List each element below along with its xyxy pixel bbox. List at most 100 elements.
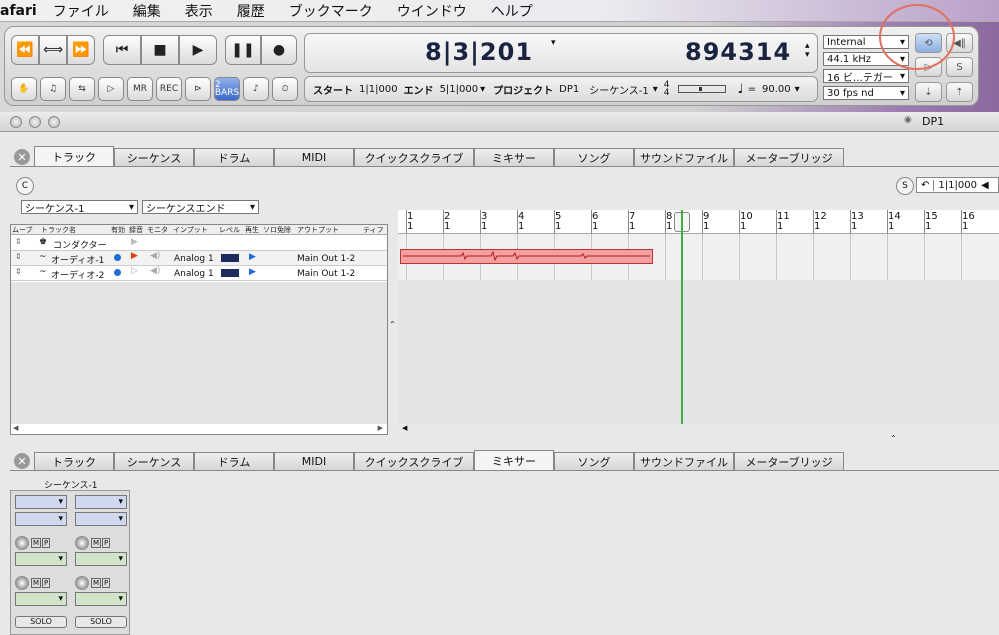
tab-soundfile[interactable]: サウンドファイル — [634, 452, 734, 470]
send-select[interactable]: ▾ — [15, 552, 67, 566]
tab-midi[interactable]: MIDI — [274, 148, 354, 166]
m-button[interactable]: M — [31, 578, 42, 588]
memory-rewind-icon[interactable]: MR — [127, 77, 153, 101]
rewind-button[interactable]: ⏪ — [11, 35, 39, 65]
tab-drum[interactable]: ドラム — [194, 452, 274, 470]
auto-rewind-icon[interactable]: ✋ — [11, 77, 37, 101]
input-select[interactable]: Analog 1 — [174, 269, 214, 279]
sample-stepper-icon[interactable]: ▴ ▾ — [805, 42, 810, 60]
p-button[interactable]: P — [42, 538, 51, 548]
tab-meterbridge[interactable]: メーターブリッジ — [734, 452, 844, 470]
track-row-audio-1[interactable]: ⇕ ~ オーディオ-1 ▶ ◀) Analog 1 ▶ Main Out 1-2 — [11, 251, 387, 266]
scroll-right-icon[interactable]: ▶ — [378, 424, 383, 432]
minimize-window-icon[interactable] — [29, 116, 41, 128]
upload-icon[interactable]: ⇡ — [946, 82, 973, 102]
clock-icon[interactable]: ⏲ — [272, 77, 298, 101]
tab-mixer[interactable]: ミキサー — [474, 148, 554, 166]
menu-history[interactable]: 履歴 — [237, 1, 265, 21]
sequence-menu-icon[interactable]: ▾ — [653, 84, 658, 95]
main-counter-display[interactable]: 8|3|201 ▾ 894314 ▴ ▾ — [304, 33, 818, 73]
send-select[interactable]: ▾ — [75, 552, 127, 566]
bit-depth-select[interactable]: 16 ビ…テガー ▾ — [823, 69, 909, 84]
play-icon[interactable]: ▶ — [249, 267, 256, 277]
tab-sequence[interactable]: シーケンス — [114, 452, 194, 470]
close-pane-icon[interactable]: ✕ — [14, 453, 30, 469]
sample-counter[interactable]: 894314 — [685, 38, 791, 66]
punch-icon[interactable]: ▷ — [98, 77, 124, 101]
tab-midi[interactable]: MIDI — [274, 452, 354, 470]
record-mode-icon[interactable]: REC — [156, 77, 182, 101]
sequence-end-select[interactable]: シーケンスエンド ▾ — [142, 200, 259, 215]
go-to-start-button[interactable]: ⏮ — [103, 35, 141, 65]
close-window-icon[interactable] — [10, 116, 22, 128]
p-button[interactable]: P — [102, 578, 111, 588]
tab-mixer[interactable]: ミキサー — [474, 450, 554, 470]
tab-soundfile[interactable]: サウンドファイル — [634, 148, 734, 166]
menu-window[interactable]: ウインドウ — [397, 1, 467, 21]
scroll-left-icon[interactable]: ◀ — [13, 424, 18, 432]
tab-quickscribe[interactable]: クイックスクライブ — [354, 452, 474, 470]
send-select[interactable]: ▾ — [15, 592, 67, 606]
strip-output-select[interactable]: ▾ — [15, 512, 67, 526]
sequence-menu[interactable]: シーケンス-1 — [589, 82, 648, 97]
output-select[interactable]: Main Out 1-2 — [297, 269, 355, 279]
stop-button[interactable]: ■ — [141, 35, 179, 65]
track-row-conductor[interactable]: ⇕ ♚ コンダクター ▶ — [11, 236, 387, 251]
move-handle-icon[interactable]: ⇕ — [15, 237, 22, 246]
timeline-scrollbar[interactable]: ◀ — [398, 424, 999, 434]
tempo-menu-icon[interactable]: ▾ — [795, 84, 800, 95]
time-signature[interactable]: 44 — [664, 81, 670, 98]
strip-input-select[interactable]: ▾ — [15, 495, 67, 509]
menu-help[interactable]: ヘルプ — [491, 1, 533, 21]
s-button[interactable]: S — [896, 177, 914, 195]
tab-tracks[interactable]: トラック — [34, 146, 114, 166]
tab-quickscribe[interactable]: クイックスクライブ — [354, 148, 474, 166]
knob-icon[interactable] — [15, 576, 29, 590]
knob-icon[interactable] — [15, 536, 29, 550]
play-button[interactable]: ▶ — [179, 35, 217, 65]
enable-icon[interactable] — [114, 254, 121, 261]
audio-region[interactable] — [400, 249, 653, 264]
tempo-slider[interactable] — [677, 85, 726, 93]
p-button[interactable]: P — [42, 578, 51, 588]
counter-menu-icon[interactable]: ▾ — [551, 38, 556, 48]
tempo-slider-thumb[interactable] — [698, 87, 702, 91]
close-pane-icon[interactable]: ✕ — [14, 149, 30, 165]
knob-icon[interactable] — [75, 536, 89, 550]
p-button[interactable]: P — [102, 538, 111, 548]
start-value[interactable]: 1|1|000 — [359, 84, 398, 95]
pane-splitter-icon[interactable]: ⌃ — [389, 320, 396, 329]
tracks-overview-grid[interactable]: ◀ — [398, 210, 999, 432]
tempo-value[interactable]: 90.00 — [762, 84, 791, 95]
tab-tracks[interactable]: トラック — [34, 452, 114, 470]
move-handle-icon[interactable]: ⇕ — [15, 252, 22, 261]
zoom-window-icon[interactable] — [48, 116, 60, 128]
shuttle-button[interactable]: ⟺ — [39, 35, 67, 65]
move-handle-icon[interactable]: ⇕ — [15, 267, 22, 276]
m-button[interactable]: M — [31, 538, 42, 548]
menu-file[interactable]: ファイル — [53, 1, 109, 21]
end-menu-icon[interactable]: ▾ — [480, 84, 485, 95]
solo-button[interactable]: SOLO — [75, 616, 127, 628]
locator-value[interactable]: 1|1|000 — [938, 180, 977, 191]
scroll-left-icon[interactable]: ◀ — [402, 424, 407, 432]
solo-button[interactable]: SOLO — [15, 616, 67, 628]
frame-rate-select[interactable]: 30 fps nd ▾ — [823, 86, 909, 100]
count-in-bars-icon[interactable]: 2 BARS — [214, 77, 240, 101]
measure-counter[interactable]: 8|3|201 — [425, 38, 533, 66]
strip-input-select[interactable]: ▾ — [75, 495, 127, 509]
input-select[interactable]: Analog 1 — [174, 254, 214, 264]
level-meter[interactable] — [221, 269, 239, 277]
menu-edit[interactable]: 編集 — [133, 1, 161, 21]
m-button[interactable]: M — [91, 578, 102, 588]
metronome-icon[interactable]: ♫ — [40, 77, 66, 101]
wait-icon[interactable]: ⊳ — [185, 77, 211, 101]
arrow-left-icon[interactable]: ◀ — [981, 180, 989, 191]
knob-icon[interactable] — [75, 576, 89, 590]
tab-song[interactable]: ソング — [554, 452, 634, 470]
record-button[interactable]: ● — [261, 35, 297, 65]
menu-bookmarks[interactable]: ブックマーク — [289, 1, 373, 21]
track-name[interactable]: オーディオ-2 — [51, 268, 104, 281]
tab-song[interactable]: ソング — [554, 148, 634, 166]
monitor-speaker-icon[interactable]: ◀) — [150, 251, 160, 261]
